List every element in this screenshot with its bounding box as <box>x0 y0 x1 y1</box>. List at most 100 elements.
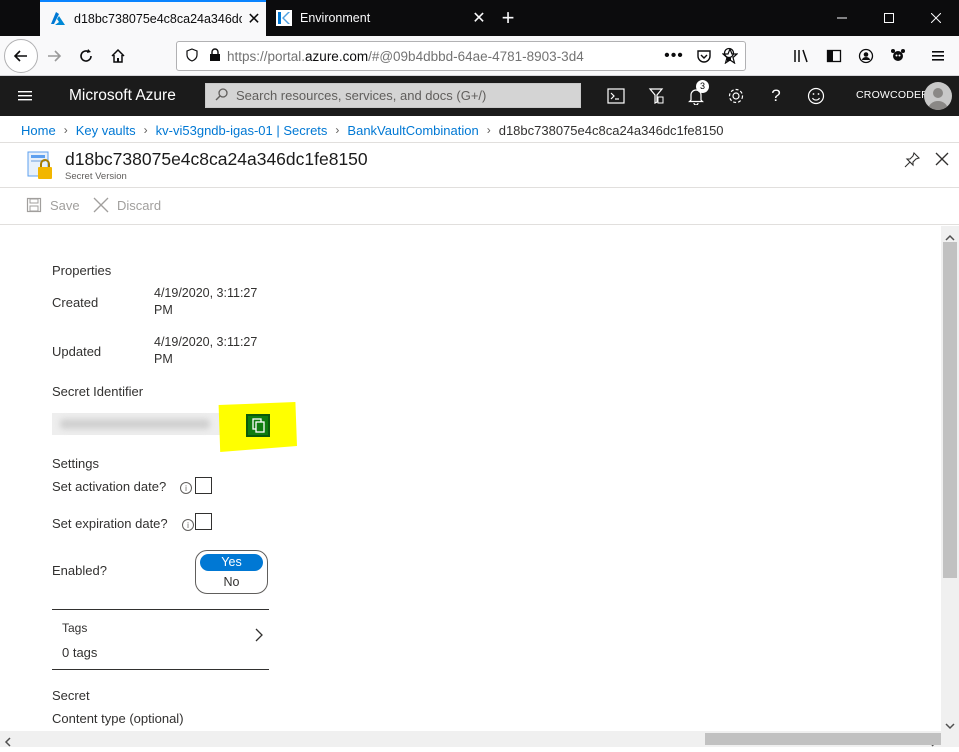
tags-count: 0 tags <box>62 645 98 660</box>
activation-date-checkbox[interactable] <box>195 477 212 494</box>
created-label: Created <box>52 295 99 310</box>
menu-button[interactable] <box>922 40 954 72</box>
enabled-toggle[interactable]: Yes No <box>195 550 268 594</box>
activation-date-label: Set activation date? <box>52 479 167 494</box>
updated-value: 4/19/2020, 3:11:27 PM <box>154 335 258 366</box>
azure-header: Microsoft Azure Search resources, servic… <box>0 76 959 116</box>
gear-icon <box>728 88 744 104</box>
breadcrumb-key-vaults[interactable]: Key vaults <box>76 123 136 138</box>
enabled-no-option[interactable]: No <box>200 574 263 591</box>
enabled-yes-option[interactable]: Yes <box>200 554 263 571</box>
azure-brand[interactable]: Microsoft Azure <box>69 87 176 105</box>
discard-button[interactable]: Discard <box>93 197 161 213</box>
star-icon <box>722 48 738 64</box>
tags-row[interactable]: Tags 0 tags <box>52 609 269 670</box>
pin-icon <box>904 151 921 168</box>
new-tab-button[interactable]: + <box>496 4 520 32</box>
close-icon[interactable]: ✕ <box>242 9 266 29</box>
tab-title: d18bc738075e4c8ca24a346dc1fe8150 - Micro… <box>74 12 242 26</box>
settings-button[interactable] <box>724 84 748 108</box>
vertical-scroll-thumb[interactable] <box>943 242 957 578</box>
expiration-date-label: Set expiration date? <box>52 516 168 531</box>
portal-menu-button[interactable] <box>17 89 33 108</box>
breadcrumb: Home › Key vaults › kv-vi53gndb-igas-01 … <box>21 118 724 142</box>
feedback-button[interactable] <box>804 84 828 108</box>
directory-filter-button[interactable] <box>644 84 668 108</box>
notifications-button[interactable]: 3 <box>684 80 709 108</box>
chevron-right-icon: › <box>143 123 148 137</box>
horizontal-scroll-thumb[interactable] <box>705 733 941 745</box>
search-icon <box>215 87 228 104</box>
username[interactable]: CROWCODER <box>856 89 929 101</box>
blurred-identifier-text <box>60 419 210 429</box>
close-icon[interactable]: ✕ <box>467 8 491 28</box>
chevron-right-icon: › <box>335 123 340 137</box>
sidebar-button[interactable] <box>818 40 850 72</box>
bookmark-button[interactable] <box>714 40 746 72</box>
chevron-left-icon[interactable] <box>4 734 12 752</box>
maximize-button[interactable] <box>866 0 912 36</box>
secret-version-icon <box>26 151 56 188</box>
library-icon <box>794 49 808 63</box>
updated-label: Updated <box>52 344 102 359</box>
pocket-icon <box>697 50 711 63</box>
cloud-shell-button[interactable] <box>604 84 628 108</box>
breadcrumb-current: d18bc738075e4c8ca24a346dc1fe8150 <box>498 122 724 138</box>
copy-to-clipboard-button[interactable] <box>246 414 270 437</box>
browser-tab-azure[interactable]: d18bc738075e4c8ca24a346dc1fe8150 - Micro… <box>40 0 266 36</box>
smiley-icon <box>807 87 825 105</box>
page-actions-button[interactable]: ••• <box>658 40 690 72</box>
save-label: Save <box>50 197 80 213</box>
browser-nav-bar: https://portal.azure.com/#@09b4dbbd-64ae… <box>0 36 959 76</box>
lock-icon[interactable] <box>209 47 221 65</box>
url-text[interactable]: https://portal.azure.com/#@09b4dbbd-64ae… <box>227 49 723 64</box>
directory-filter-icon <box>648 88 664 104</box>
close-blade-button[interactable] <box>935 152 949 171</box>
avatar[interactable] <box>924 82 952 110</box>
page-subtitle: Secret Version <box>65 171 127 182</box>
library-button[interactable] <box>786 40 818 72</box>
page-title: d18bc738075e4c8ca24a346dc1fe8150 <box>65 149 368 169</box>
back-button[interactable] <box>4 39 38 73</box>
secret-identifier-field[interactable] <box>52 413 220 435</box>
hamburger-icon <box>932 51 944 61</box>
properties-heading: Properties <box>52 263 112 278</box>
extension-button[interactable] <box>882 40 914 72</box>
browser-tab-environment[interactable]: Environment ✕ <box>266 0 491 36</box>
reload-button[interactable] <box>70 40 102 72</box>
copy-icon <box>252 418 265 433</box>
close-icon <box>935 152 949 166</box>
question-icon: ? <box>771 86 781 105</box>
tracking-shield-icon[interactable] <box>185 47 199 65</box>
account-button[interactable] <box>850 40 882 72</box>
home-icon <box>111 48 125 63</box>
created-value: 4/19/2020, 3:11:27 PM <box>154 286 258 317</box>
search-input[interactable]: Search resources, services, and docs (G+… <box>205 83 581 108</box>
chevron-right-icon <box>255 628 264 647</box>
settings-heading: Settings <box>52 456 99 471</box>
hamburger-icon <box>18 91 32 101</box>
expiration-date-checkbox[interactable] <box>195 513 212 530</box>
close-window-button[interactable] <box>913 0 959 36</box>
help-button[interactable]: ? <box>764 84 788 108</box>
tab-title: Environment <box>300 11 371 25</box>
pin-button[interactable] <box>904 151 921 173</box>
terminal-icon <box>607 88 625 104</box>
arrow-left-icon <box>13 50 27 62</box>
save-button[interactable]: Save <box>26 197 80 213</box>
home-button[interactable] <box>102 40 134 72</box>
minimize-button[interactable] <box>819 0 865 36</box>
breadcrumb-vault-secrets[interactable]: kv-vi53gndb-igas-01 | Secrets <box>156 123 328 138</box>
blade-header: d18bc738075e4c8ca24a346dc1fe8150 Secret … <box>0 142 959 188</box>
info-icon[interactable]: i <box>180 482 192 494</box>
browser-tab-strip: d18bc738075e4c8ca24a346dc1fe8150 - Micro… <box>0 0 959 36</box>
info-icon[interactable]: i <box>182 519 194 531</box>
forward-button[interactable] <box>38 40 70 72</box>
sidebar-icon <box>826 49 842 63</box>
azure-logo-icon <box>50 11 66 27</box>
breadcrumb-secret[interactable]: BankVaultCombination <box>347 123 478 138</box>
breadcrumb-home[interactable]: Home <box>21 123 56 138</box>
more-icon: ••• <box>664 47 684 64</box>
content-type-label: Content type (optional) <box>52 711 184 726</box>
discard-label: Discard <box>117 197 162 213</box>
